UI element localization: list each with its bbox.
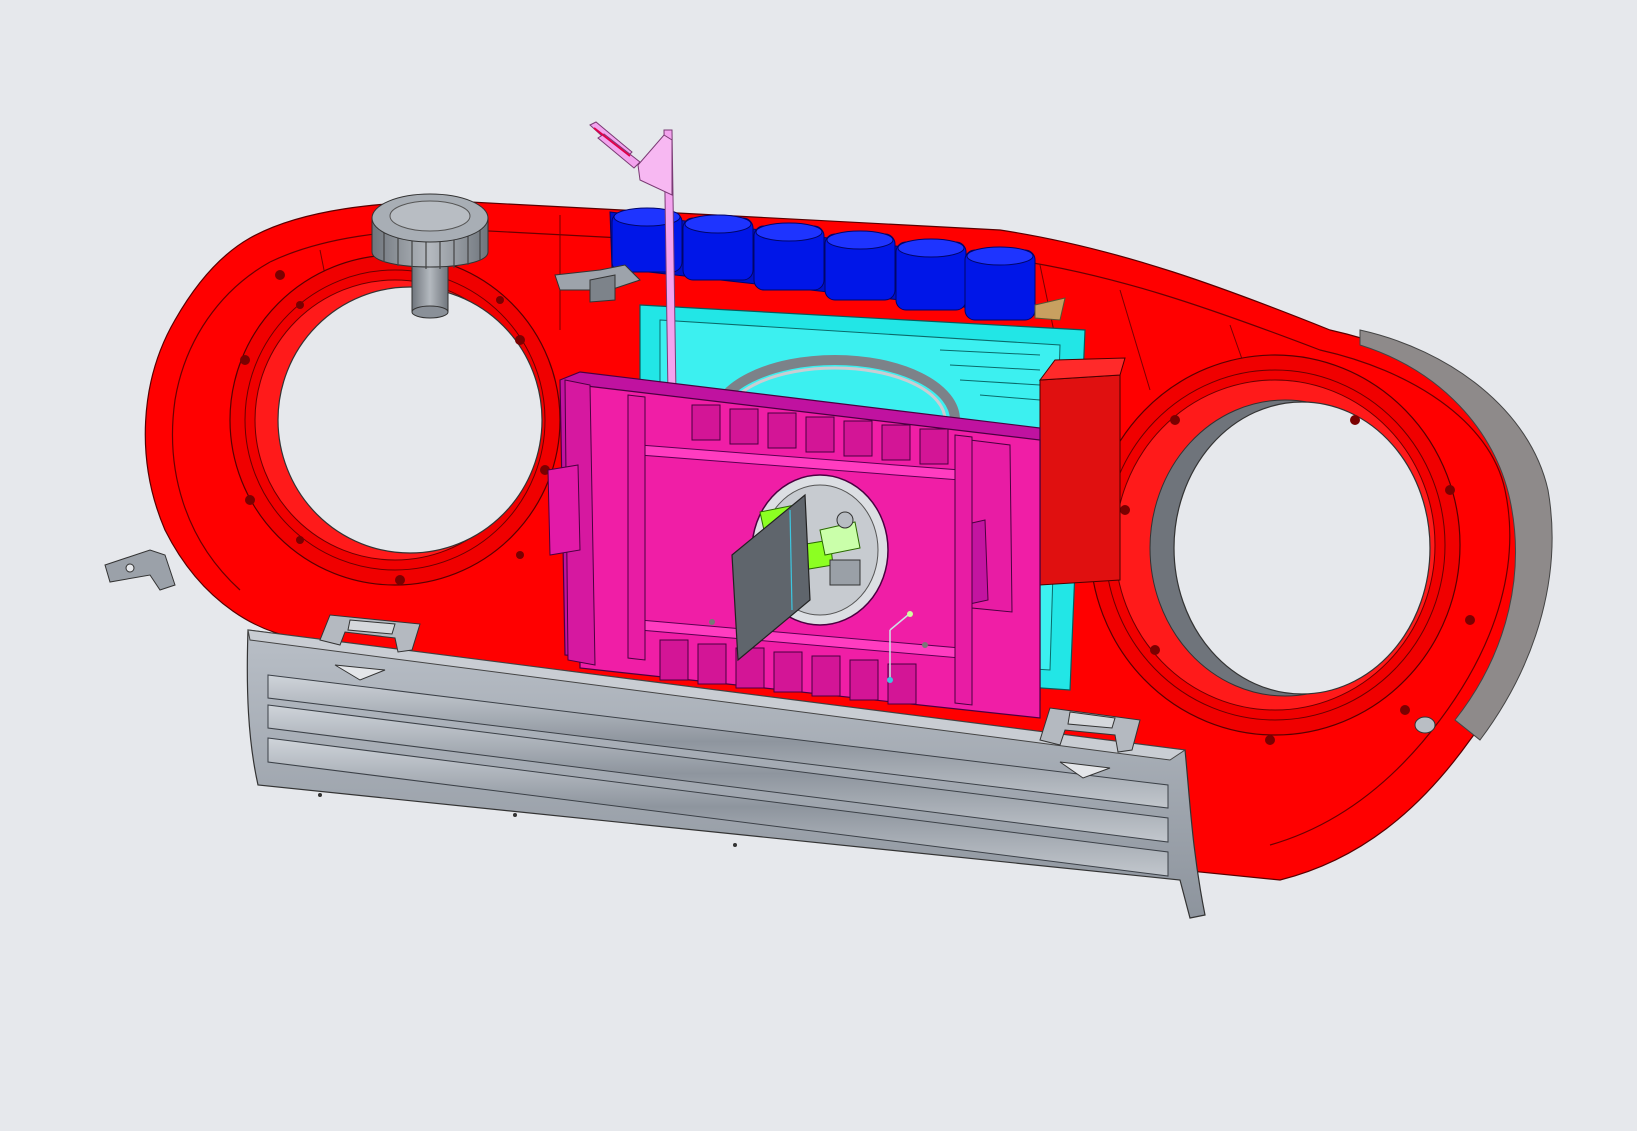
button-5[interactable] xyxy=(895,238,967,311)
side-clip-left xyxy=(104,549,176,591)
cad-viewport[interactable] xyxy=(0,0,1637,1131)
button-6[interactable] xyxy=(964,246,1036,321)
speaker-left[interactable] xyxy=(229,254,561,586)
speaker-left-opening xyxy=(277,286,543,554)
battery-tray[interactable] xyxy=(547,371,1041,719)
speaker-right-opening xyxy=(1173,401,1431,695)
cad-model-view[interactable] xyxy=(0,0,1637,1131)
button-2[interactable] xyxy=(682,214,754,281)
button-3[interactable] xyxy=(753,222,825,291)
button-4[interactable] xyxy=(824,230,896,301)
